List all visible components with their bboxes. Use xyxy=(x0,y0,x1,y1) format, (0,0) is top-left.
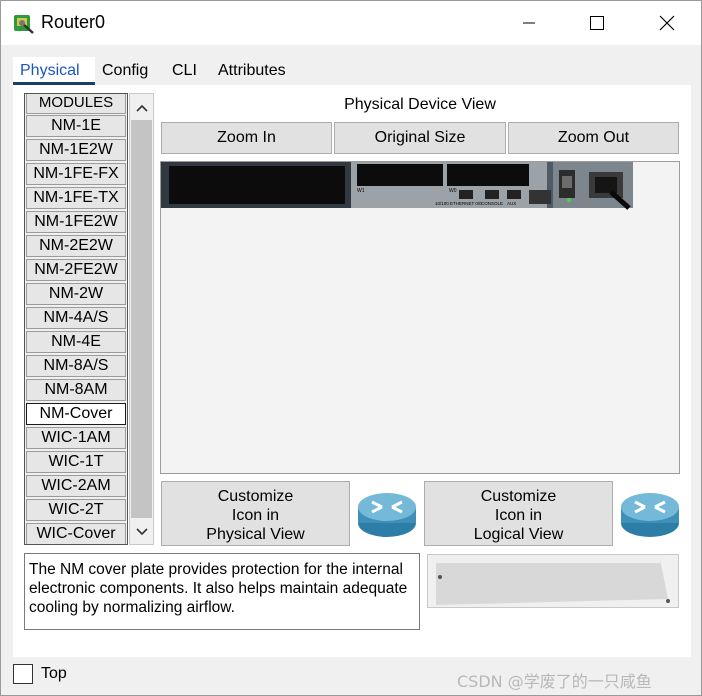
physical-device-view-label: Physical Device View xyxy=(344,96,496,113)
tab-physical[interactable]: Physical xyxy=(13,57,95,85)
customize-physical-line3: Physical View xyxy=(206,526,305,543)
port-label: W0 xyxy=(449,188,457,194)
module-item[interactable]: NM-2W xyxy=(26,283,126,305)
maximize-button[interactable] xyxy=(574,1,620,45)
chevron-up-icon xyxy=(135,104,148,112)
router-logical-icon xyxy=(621,493,679,537)
module-preview xyxy=(427,554,679,608)
power-led xyxy=(567,198,571,202)
module-item[interactable]: NM-4A/S xyxy=(26,307,126,329)
module-item[interactable]: WIC-Cover xyxy=(26,523,126,544)
maximize-icon xyxy=(590,16,604,30)
customize-physical-line2: Icon in xyxy=(231,507,280,524)
customize-logical-icon-button[interactable]: Customize Icon in Logical View xyxy=(424,481,613,546)
window-title: Router0 xyxy=(41,12,106,32)
original-size-button[interactable]: Original Size xyxy=(334,122,506,154)
module-item[interactable]: WIC-2AM xyxy=(26,475,126,497)
chevron-down-icon xyxy=(135,528,148,536)
module-item[interactable]: NM-1E xyxy=(26,115,126,137)
close-icon xyxy=(659,15,675,31)
customize-logical-line1: Customize xyxy=(480,488,557,505)
module-header: MODULES xyxy=(26,94,126,114)
customize-logical-line3: Logical View xyxy=(473,526,564,543)
module-item[interactable]: NM-8AM xyxy=(26,379,126,401)
tab-attributes[interactable]: Attributes xyxy=(211,57,303,85)
module-item[interactable]: NM-1E2W xyxy=(26,139,126,161)
module-item[interactable]: NM-2FE2W xyxy=(26,259,126,281)
module-item[interactable]: NM-1FE-TX xyxy=(26,187,126,209)
aux-port xyxy=(507,190,521,199)
physical-device-view: W1 W0 10/100 ETHERNET 0/0 CONSOLE AUX xyxy=(160,161,680,474)
module-item[interactable]: WIC-2T xyxy=(26,499,126,521)
module-item[interactable]: WIC-1AM xyxy=(26,427,126,449)
zoom-out-button[interactable]: Zoom Out xyxy=(508,122,679,154)
console-port xyxy=(485,190,499,199)
nm-slot-covered xyxy=(169,166,345,204)
minimize-button[interactable] xyxy=(506,1,552,45)
module-list-scrollbar[interactable] xyxy=(129,93,154,545)
customize-logical-line2: Icon in xyxy=(494,507,543,524)
port-label: CONSOLE xyxy=(481,201,503,206)
port-label: W1 xyxy=(357,188,365,194)
port-label: AUX xyxy=(507,201,516,206)
scroll-down-button[interactable] xyxy=(130,520,153,544)
module-item-selected[interactable]: NM-Cover xyxy=(26,403,126,425)
router-physical-icon xyxy=(358,493,416,537)
module-list[interactable]: MODULES NM-1E NM-1E2W NM-1FE-FX NM-1FE-T… xyxy=(24,93,128,545)
module-item[interactable]: NM-4E xyxy=(26,331,126,353)
port-label: 10/100 xyxy=(435,201,449,206)
watermark: CSDN @学废了的一只咸鱼 xyxy=(457,672,652,691)
module-item[interactable]: NM-1FE2W xyxy=(26,211,126,233)
scroll-thumb[interactable] xyxy=(131,120,152,518)
module-description: The NM cover plate provides protection f… xyxy=(24,553,420,630)
zoom-in-button[interactable]: Zoom In xyxy=(161,122,332,154)
top-checkbox-label: Top xyxy=(41,665,67,682)
module-item[interactable]: NM-1FE-FX xyxy=(26,163,126,185)
close-button[interactable] xyxy=(644,1,690,45)
tab-config[interactable]: Config xyxy=(95,57,165,85)
module-item[interactable]: WIC-1T xyxy=(26,451,126,473)
ethernet-port xyxy=(459,190,473,199)
module-item[interactable]: NM-8A/S xyxy=(26,355,126,377)
tab-cli[interactable]: CLI xyxy=(165,57,211,85)
port-label: ETHERNET 0/0 xyxy=(450,201,482,206)
minimize-icon xyxy=(523,22,535,24)
router-chassis: W1 W0 10/100 ETHERNET 0/0 CONSOLE AUX xyxy=(161,162,633,210)
router-tool-icon xyxy=(14,15,34,34)
customize-physical-line1: Customize xyxy=(217,488,294,505)
scroll-up-button[interactable] xyxy=(130,96,153,120)
router0-window: Router0 Physical Config CLI Attributes M… xyxy=(0,0,702,696)
customize-physical-icon-button[interactable]: Customize Icon in Physical View xyxy=(161,481,350,546)
nm-cover-plate-image xyxy=(436,559,670,605)
wic-slot-w1 xyxy=(357,164,443,186)
title-bar: Router0 xyxy=(1,1,701,45)
tab-strip: Physical Config CLI Attributes xyxy=(13,57,303,85)
wic-slot-w0 xyxy=(447,164,529,186)
top-checkbox[interactable] xyxy=(13,664,33,684)
backbone-port xyxy=(529,190,551,204)
module-item[interactable]: NM-2E2W xyxy=(26,235,126,257)
